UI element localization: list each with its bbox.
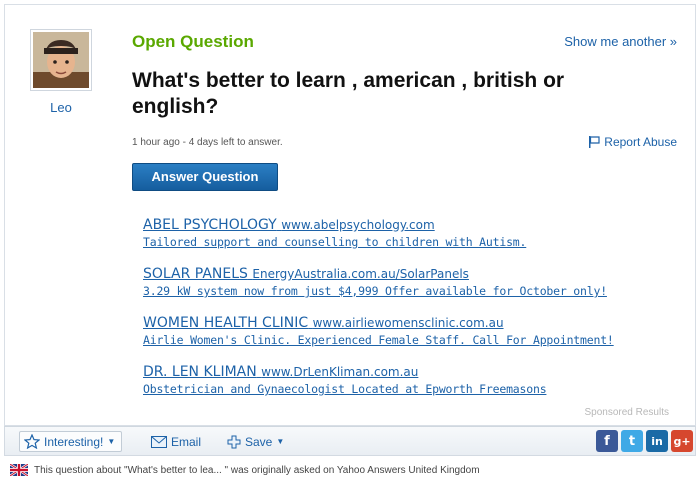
facebook-icon[interactable]: f [596,430,618,452]
ad-headline[interactable]: DR. LEN KLIMAN www.DrLenKliman.com.au [143,364,683,380]
save-button[interactable]: Save ▼ [227,431,284,452]
ad-title: WOMEN HEALTH CLINIC [143,315,309,331]
ad-description[interactable]: Tailored support and counselling to chil… [143,235,683,249]
ad-url: www.DrLenKliman.com.au [261,365,419,379]
save-label: Save [245,434,273,449]
ad-headline[interactable]: WOMEN HEALTH CLINIC www.airliewomensclin… [143,315,683,331]
ad-item[interactable]: ABEL PSYCHOLOGY www.abelpsychology.com T… [143,217,683,249]
ad-item[interactable]: WOMEN HEALTH CLINIC www.airliewomensclin… [143,315,683,347]
question-meta: 1 hour ago - 4 days left to answer. [132,137,283,148]
flag-icon [589,136,600,148]
sponsored-results-label: Sponsored Results [584,407,670,418]
caret-down-icon: ▼ [276,437,285,446]
ad-url: EnergyAustralia.com.au/SolarPanels [252,267,469,281]
interesting-button[interactable]: Interesting! ▼ [19,431,123,452]
show-another-link[interactable]: Show me another » [564,34,677,49]
question-card: Leo Open Question Show me another » What… [4,4,696,426]
ad-description[interactable]: Obstetrician and Gynaecologist Located a… [143,382,683,396]
origin-note: This question about "What's better to le… [10,464,480,476]
ad-headline[interactable]: SOLAR PANELS EnergyAustralia.com.au/Sola… [143,266,683,282]
ad-url: www.abelpsychology.com [281,218,435,232]
avatar-image [33,32,89,88]
email-icon [151,435,167,448]
linkedin-icon[interactable]: in [646,430,668,452]
ad-headline[interactable]: ABEL PSYCHOLOGY www.abelpsychology.com [143,217,683,233]
ad-item[interactable]: SOLAR PANELS EnergyAustralia.com.au/Sola… [143,266,683,298]
ad-title: DR. LEN KLIMAN [143,364,257,380]
uk-flag-icon [10,464,28,476]
caret-down-icon: ▼ [107,437,116,446]
question-status: Open Question [132,32,254,51]
ad-title: ABEL PSYCHOLOGY [143,217,277,233]
report-abuse-link[interactable]: Report Abuse [589,135,677,149]
ad-description[interactable]: Airlie Women's Clinic. Experienced Femal… [143,333,683,347]
report-abuse-label: Report Abuse [604,135,677,149]
answer-question-button[interactable]: Answer Question [132,163,278,191]
ad-url: www.airliewomensclinic.com.au [312,316,504,330]
avatar[interactable] [30,29,92,91]
star-icon [24,434,40,449]
plus-icon [227,435,241,448]
question-title: What's better to learn , american , brit… [132,69,565,118]
social-share: f t in g+ [596,430,693,452]
ad-description[interactable]: 3.29 kW system now from just $4,999 Offe… [143,284,683,298]
ad-item[interactable]: DR. LEN KLIMAN www.DrLenKliman.com.au Ob… [143,364,683,396]
interesting-label: Interesting! [44,434,104,449]
origin-text: This question about "What's better to le… [34,464,480,476]
ad-title: SOLAR PANELS [143,266,248,282]
twitter-icon[interactable]: t [621,430,643,452]
email-label: Email [171,434,202,449]
action-bar: Interesting! ▼ Email Save ▼ f t in g+ [4,426,696,456]
email-button[interactable]: Email [151,431,201,452]
asker-name[interactable]: Leo [30,100,92,115]
google-plus-icon[interactable]: g+ [671,430,693,452]
sponsored-ads: ABEL PSYCHOLOGY www.abelpsychology.com T… [143,217,683,413]
